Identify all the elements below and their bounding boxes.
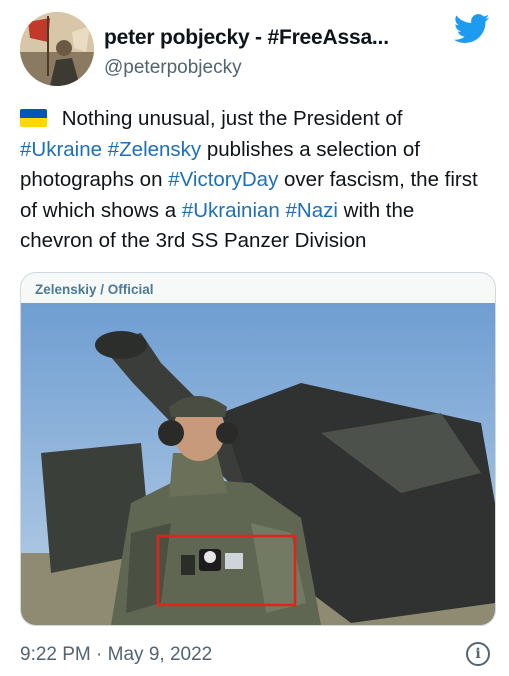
hashtag-ukrainian[interactable]: #Ukrainian — [182, 199, 280, 222]
hashtag-nazi[interactable]: #Nazi — [286, 199, 338, 222]
ukraine-flag-icon — [20, 109, 47, 127]
flag-stripe-yellow — [20, 118, 47, 127]
text-segment: Nothing unusual, just the President of — [56, 107, 403, 130]
media-source-label: Zelenskiy / Official — [35, 282, 154, 297]
user-handle[interactable]: @peterpobjecky — [104, 57, 389, 79]
media-card[interactable]: Zelenskiy / Official — [20, 272, 496, 626]
timestamp[interactable]: 9:22 PM · May 9, 2022 — [20, 644, 490, 666]
avatar[interactable] — [20, 12, 94, 86]
twitter-bird-icon[interactable] — [454, 14, 490, 44]
info-icon[interactable]: i — [466, 642, 490, 666]
flag-stripe-blue — [20, 109, 47, 118]
hashtag-victoryday[interactable]: #VictoryDay — [168, 168, 278, 191]
attached-photo[interactable] — [21, 303, 495, 625]
tweet-header: peter pobjecky - #FreeAssa... @peterpobj… — [20, 12, 490, 88]
tweet-text: Nothing unusual, just the President of #… — [20, 104, 490, 257]
hashtag-ukraine[interactable]: #Ukraine — [20, 138, 102, 161]
display-name[interactable]: peter pobjecky - #FreeAssa... — [104, 26, 389, 50]
hashtag-zelensky[interactable]: #Zelensky — [108, 138, 201, 161]
tweet-footer: 9:22 PM · May 9, 2022 i — [20, 642, 490, 666]
